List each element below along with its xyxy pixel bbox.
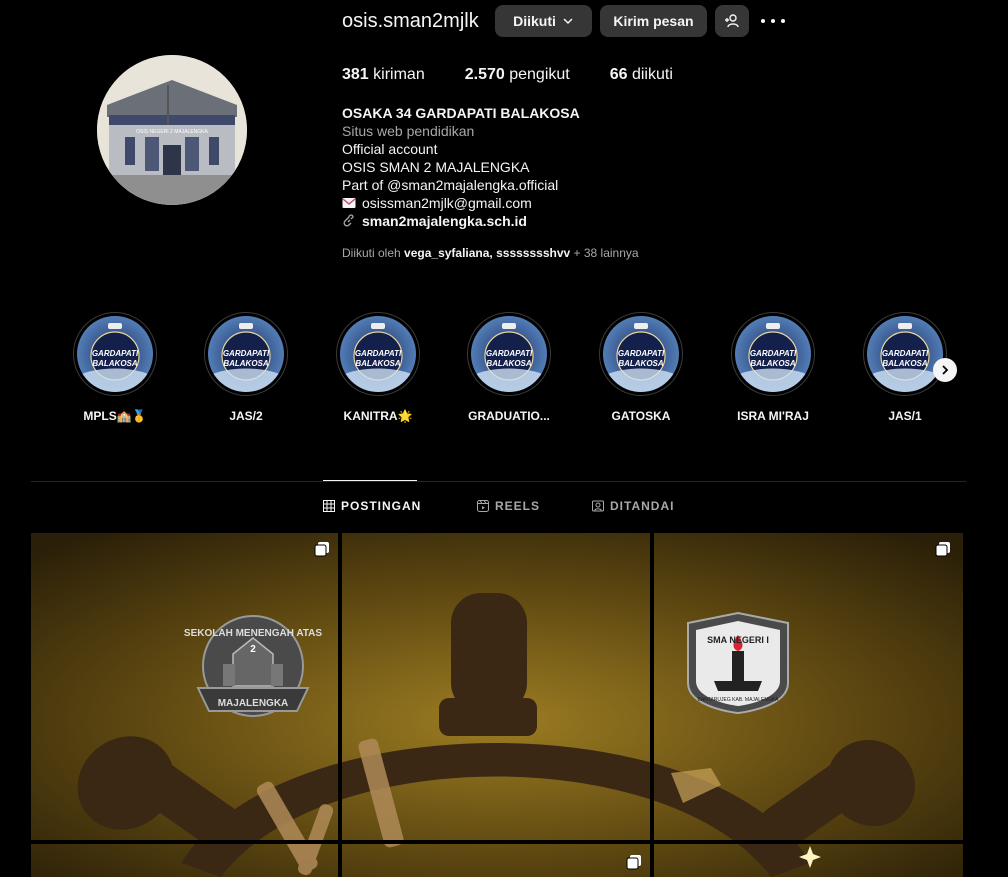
svg-text:BALAKOSA: BALAKOSA (223, 359, 269, 368)
carousel-icon (935, 542, 950, 557)
svg-text:GARDAPATI: GARDAPATI (882, 349, 929, 358)
profile-category: Situs web pendidikan (342, 123, 475, 139)
svg-text:BALAKOSA: BALAKOSA (618, 359, 664, 368)
post-tile[interactable] (654, 844, 963, 877)
svg-text:BALAKOSA: BALAKOSA (486, 359, 532, 368)
svg-text:GARDAPATI: GARDAPATI (223, 349, 270, 358)
envelope-icon (342, 198, 356, 208)
story-highlight[interactable]: GARDAPATI BALAKOSA GRADUATIO... (464, 312, 554, 423)
highlight-cover: GARDAPATI BALAKOSA (340, 316, 416, 392)
highlight-cover: GARDAPATI BALAKOSA (867, 316, 943, 392)
story-highlights: GARDAPATI BALAKOSA MPLS🏫🥇 GARDAPATI BALAKOSA… (0, 312, 1008, 432)
svg-text:BALAKOSA: BALAKOSA (882, 359, 928, 368)
highlight-cover: GARDAPATI BALAKOSA (603, 316, 679, 392)
following-stat[interactable]: 66 diikuti (610, 66, 673, 84)
story-highlight[interactable]: GARDAPATI BALAKOSA KANITRA🌟 (333, 312, 423, 423)
reels-icon (477, 500, 489, 512)
carousel-icon (626, 855, 641, 870)
highlight-label: JAS/1 (888, 409, 922, 423)
dot-icon (761, 19, 765, 23)
chevron-down-icon (563, 18, 573, 25)
svg-text:GARDAPATI: GARDAPATI (486, 349, 533, 358)
highlights-next-button[interactable] (933, 358, 957, 382)
send-message-label: Kirim pesan (613, 13, 694, 29)
posts-stat: 381 kiriman (342, 66, 425, 83)
highlight-label: GATOSKA (611, 409, 671, 423)
highlight-cover: GARDAPATI BALAKOSA (471, 316, 547, 392)
svg-text:GARDAPATI: GARDAPATI (750, 349, 797, 358)
profile-stats: 381 kiriman 2.570 pengikut 66 diikuti (342, 66, 713, 84)
bio-email-row: osissman2mjlk@gmail.com (342, 194, 580, 212)
suggested-users-button[interactable] (715, 5, 749, 37)
chevron-right-icon (942, 365, 949, 375)
profile-bio: OSAKA 34 GARDAPATI BALAKOSA Situs web pe… (342, 104, 580, 230)
more-options-button[interactable] (761, 12, 785, 30)
highlight-label: MPLS🏫🥇 (83, 409, 147, 423)
bio-mention[interactable]: Part of @sman2majalengka.official (342, 176, 580, 194)
following-button[interactable]: Diikuti (495, 5, 592, 37)
tabs-divider (31, 481, 966, 482)
dot-icon (781, 19, 785, 23)
svg-text:BALAKOSA: BALAKOSA (355, 359, 401, 368)
avatar-sign-text: OSIS NEGERI 2 MAJALENGKA (136, 129, 208, 135)
posts-grid: SEKOLAH MENENGAH ATAS MAJALENGKA 2 SMA N… (31, 533, 963, 877)
story-highlight[interactable]: GARDAPATI BALAKOSA ISRA MI'RAJ (728, 312, 818, 423)
highlight-label: KANITRA🌟 (343, 409, 413, 423)
carousel-icon (314, 542, 329, 557)
send-message-button[interactable]: Kirim pesan (600, 5, 707, 37)
followed-by[interactable]: Diikuti oleh vega_syfaliana, sssssssshvv… (342, 246, 639, 260)
bio-link-row[interactable]: sman2majalengka.sch.id (342, 212, 580, 230)
post-tile[interactable] (342, 844, 650, 877)
story-highlight[interactable]: GARDAPATI BALAKOSA MPLS🏫🥇 (70, 312, 160, 423)
tagged-icon (592, 500, 604, 512)
profile-full-name: OSAKA 34 GARDAPATI BALAKOSA (342, 105, 580, 121)
svg-text:GARDAPATI: GARDAPATI (355, 349, 402, 358)
followers-stat[interactable]: 2.570 pengikut (465, 66, 570, 84)
svg-text:GARDAPATI: GARDAPATI (618, 349, 665, 358)
post-tile[interactable] (31, 844, 338, 877)
tab-reels[interactable]: REELS (477, 499, 540, 513)
svg-text:GARDAPATI: GARDAPATI (92, 349, 139, 358)
highlight-ring: GARDAPATI BALAKOSA (731, 312, 815, 396)
highlight-ring: GARDAPATI BALAKOSA (204, 312, 288, 396)
highlight-label: ISRA MI'RAJ (737, 409, 809, 423)
highlight-ring: GARDAPATI BALAKOSA (599, 312, 683, 396)
svg-text:BALAKOSA: BALAKOSA (750, 359, 796, 368)
highlight-ring: GARDAPATI BALAKOSA (863, 312, 947, 396)
add-user-icon (725, 14, 739, 28)
highlight-ring: GARDAPATI BALAKOSA (467, 312, 551, 396)
bio-line: OSIS SMAN 2 MAJALENGKA (342, 159, 530, 175)
highlight-ring: GARDAPATI BALAKOSA (336, 312, 420, 396)
post-tile[interactable] (342, 533, 650, 840)
highlight-cover: GARDAPATI BALAKOSA (735, 316, 811, 392)
post-tile[interactable] (31, 533, 338, 840)
story-highlight[interactable]: GARDAPATI BALAKOSA GATOSKA (596, 312, 686, 423)
highlight-cover: GARDAPATI BALAKOSA (208, 316, 284, 392)
bio-email: osissman2mjlk@gmail.com (362, 195, 532, 211)
post-tile[interactable] (654, 533, 963, 840)
profile-avatar[interactable]: OSIS NEGERI 2 MAJALENGKA (97, 55, 247, 205)
svg-text:BALAKOSA: BALAKOSA (92, 359, 138, 368)
dot-icon (771, 19, 775, 23)
bio-line: Official account (342, 141, 438, 157)
link-icon (343, 214, 354, 227)
grid-icon (323, 500, 335, 512)
following-button-label: Diikuti (513, 13, 556, 29)
tab-posts[interactable]: POSTINGAN (323, 499, 421, 513)
story-highlight[interactable]: GARDAPATI BALAKOSA JAS/2 (201, 312, 291, 423)
bio-website-link[interactable]: sman2majalengka.sch.id (362, 212, 527, 230)
highlight-label: GRADUATIO... (468, 409, 550, 423)
highlight-label: JAS/2 (229, 409, 263, 423)
highlight-ring: GARDAPATI BALAKOSA (73, 312, 157, 396)
tab-tagged[interactable]: DITANDAI (592, 499, 674, 513)
profile-username: osis.sman2mjlk (342, 10, 479, 32)
highlight-cover: GARDAPATI BALAKOSA (77, 316, 153, 392)
